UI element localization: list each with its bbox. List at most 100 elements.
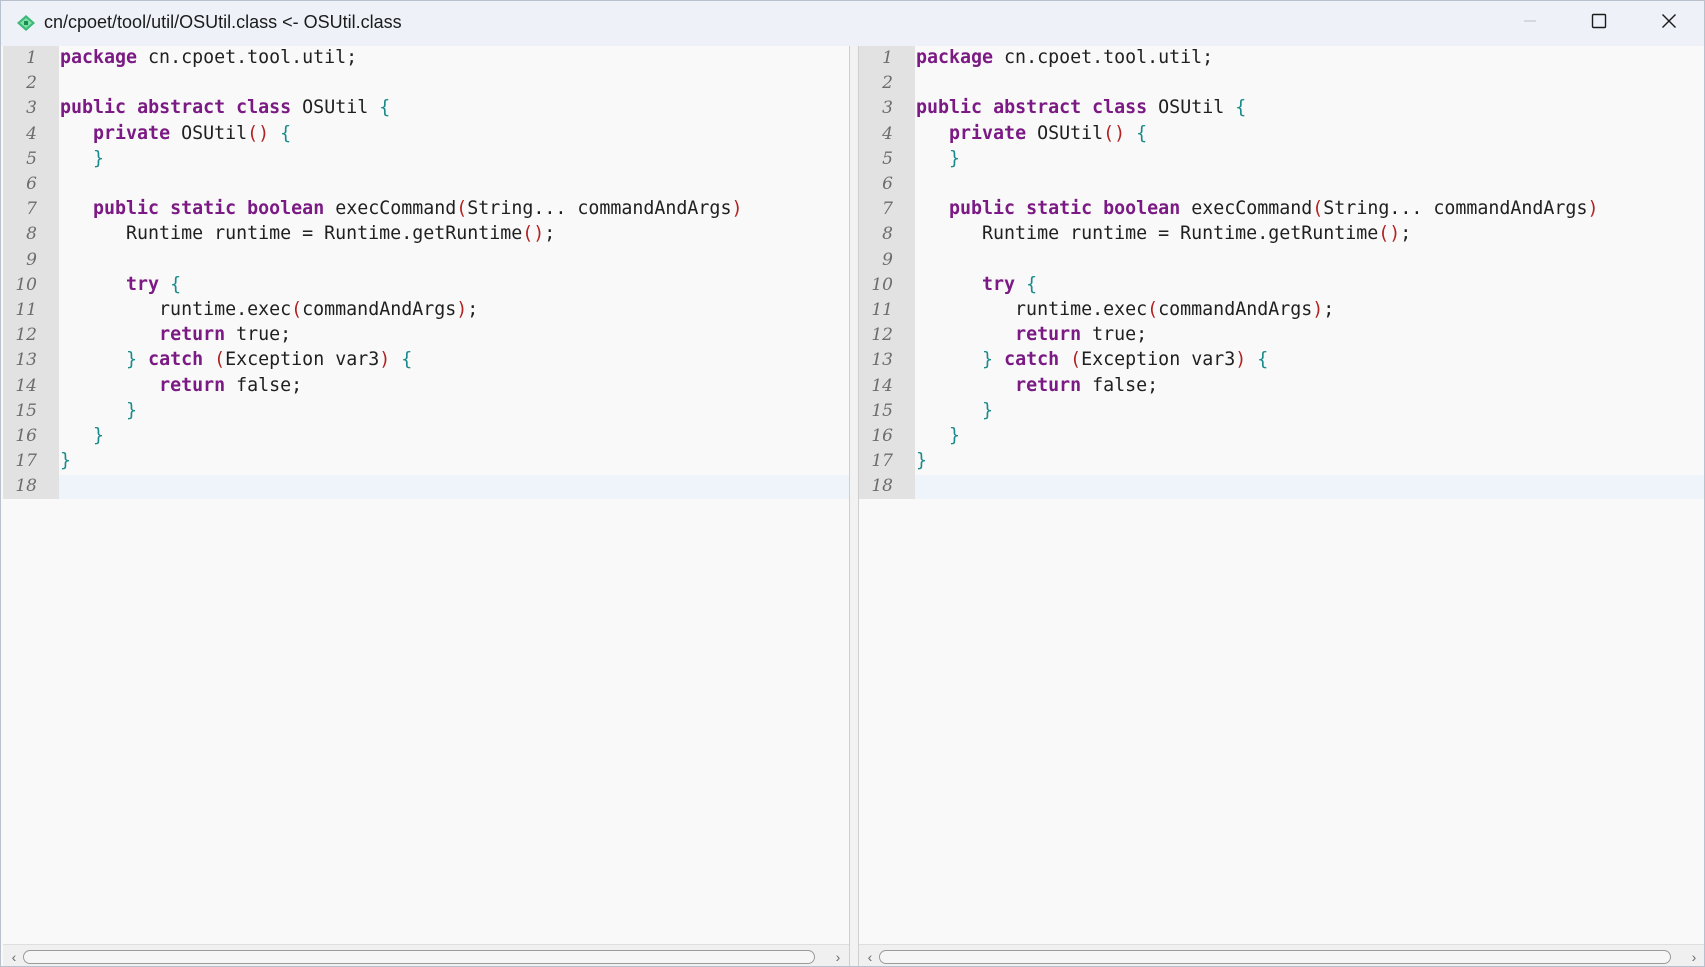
right-horizontal-scrollbar[interactable]: ‹ › bbox=[859, 944, 1704, 966]
line-number: 15 bbox=[871, 400, 893, 421]
code-punctuation: ) bbox=[379, 349, 391, 371]
minimize-button[interactable] bbox=[1495, 1, 1565, 46]
code-keyword: static bbox=[1026, 198, 1093, 220]
code-line[interactable]: Runtime runtime = Runtime.getRuntime(); bbox=[60, 223, 555, 244]
code-line[interactable]: try { bbox=[60, 274, 181, 295]
chevron-right-icon[interactable]: › bbox=[1685, 947, 1703, 966]
code-line[interactable]: } bbox=[60, 425, 104, 446]
code-punctuation: { bbox=[1026, 273, 1038, 295]
code-line[interactable]: public static boolean execCommand(String… bbox=[60, 198, 742, 219]
line-number: 12 bbox=[871, 325, 893, 346]
code-line[interactable]: runtime.exec(commandAndArgs); bbox=[916, 299, 1334, 320]
close-icon bbox=[1661, 13, 1677, 34]
code-keyword: private bbox=[949, 122, 1027, 144]
code-text: true; bbox=[225, 324, 292, 346]
line-number: 10 bbox=[15, 274, 37, 295]
code-line[interactable]: private OSUtil() { bbox=[916, 123, 1147, 144]
chevron-right-icon[interactable]: › bbox=[829, 947, 847, 966]
line-number: 11 bbox=[15, 300, 37, 320]
code-line[interactable]: Runtime runtime = Runtime.getRuntime(); bbox=[916, 223, 1411, 244]
right-code-pane[interactable]: 1 package cn.cpoet.tool.util; 2 3 public abs… bbox=[859, 46, 1704, 944]
code-punctuation: ) bbox=[1235, 349, 1247, 371]
code-punctuation: ( bbox=[456, 198, 468, 220]
chevron-left-icon[interactable]: ‹ bbox=[5, 947, 23, 966]
code-punctuation: ) bbox=[456, 299, 468, 320]
code-line[interactable]: } bbox=[916, 400, 993, 421]
close-button[interactable] bbox=[1634, 1, 1704, 46]
code-line[interactable]: public abstract class OSUtil { bbox=[916, 97, 1246, 118]
chevron-left-icon[interactable]: ‹ bbox=[861, 947, 879, 966]
scrollbar-thumb[interactable] bbox=[23, 950, 815, 964]
line-number: 13 bbox=[15, 350, 37, 371]
code-line[interactable]: try { bbox=[916, 274, 1037, 295]
code-line[interactable]: return true; bbox=[916, 324, 1147, 345]
code-text: Exception var3 bbox=[1081, 349, 1236, 371]
line-number: 6 bbox=[882, 174, 893, 194]
code-line[interactable]: package cn.cpoet.tool.util; bbox=[60, 47, 357, 68]
title-bar[interactable]: cn/cpoet/tool/util/OSUtil.class <- OSUti… bbox=[1, 1, 1704, 46]
code-punctuation: { bbox=[1136, 122, 1148, 144]
code-punctuation: } bbox=[982, 399, 994, 421]
code-line[interactable]: package cn.cpoet.tool.util; bbox=[916, 47, 1213, 68]
code-line[interactable]: } bbox=[60, 148, 104, 169]
code-text: ; bbox=[1400, 223, 1412, 245]
code-punctuation: } bbox=[916, 450, 928, 472]
code-keyword: abstract bbox=[137, 97, 226, 119]
current-line-highlight bbox=[59, 475, 849, 500]
code-line[interactable]: private OSUtil() { bbox=[60, 123, 291, 144]
window-title: cn/cpoet/tool/util/OSUtil.class <- OSUti… bbox=[44, 12, 402, 32]
code-keyword: class bbox=[236, 97, 292, 119]
code-line[interactable]: return true; bbox=[60, 324, 291, 345]
line-number: 2 bbox=[882, 73, 893, 94]
code-line[interactable]: } bbox=[916, 425, 960, 446]
code-keyword: public bbox=[949, 198, 1016, 220]
code-line[interactable]: return false; bbox=[60, 375, 302, 396]
code-punctuation: { bbox=[1257, 349, 1269, 371]
code-line[interactable]: return false; bbox=[916, 375, 1158, 396]
line-number: 13 bbox=[871, 350, 893, 371]
code-line[interactable]: } catch (Exception var3) { bbox=[60, 349, 412, 370]
code-line[interactable]: public static boolean execCommand(String… bbox=[916, 198, 1598, 219]
code-line[interactable]: } bbox=[916, 148, 960, 169]
code-keyword: public bbox=[916, 97, 983, 119]
code-text: ; bbox=[467, 299, 479, 320]
code-text: commandAndArgs bbox=[1158, 299, 1313, 320]
maximize-button[interactable] bbox=[1564, 1, 1634, 46]
left-code-pane[interactable]: 1 package cn.cpoet.tool.util; 2 3 public abs… bbox=[3, 46, 849, 944]
code-line[interactable]: } bbox=[916, 450, 927, 471]
code-line[interactable]: runtime.exec(commandAndArgs); bbox=[60, 299, 478, 320]
code-keyword: class bbox=[1092, 97, 1148, 119]
left-horizontal-scrollbar[interactable]: ‹ › bbox=[3, 944, 849, 966]
code-line[interactable]: } catch (Exception var3) { bbox=[916, 349, 1268, 370]
code-keyword: catch bbox=[1004, 349, 1060, 371]
code-line[interactable]: public abstract class OSUtil { bbox=[60, 97, 390, 118]
scrollbar-thumb[interactable] bbox=[879, 950, 1671, 964]
code-keyword: try bbox=[126, 273, 160, 295]
pane-splitter[interactable] bbox=[849, 46, 859, 966]
code-punctuation: ( bbox=[214, 349, 226, 371]
code-punctuation: ( bbox=[291, 299, 303, 320]
line-number: 9 bbox=[882, 249, 893, 270]
code-keyword: return bbox=[159, 324, 226, 346]
code-text: ; bbox=[1323, 299, 1335, 320]
code-keyword: abstract bbox=[993, 97, 1082, 119]
code-line[interactable]: } bbox=[60, 450, 71, 471]
line-number: 1 bbox=[26, 48, 37, 68]
code-punctuation: { bbox=[280, 122, 292, 144]
code-line[interactable]: } bbox=[60, 400, 137, 421]
